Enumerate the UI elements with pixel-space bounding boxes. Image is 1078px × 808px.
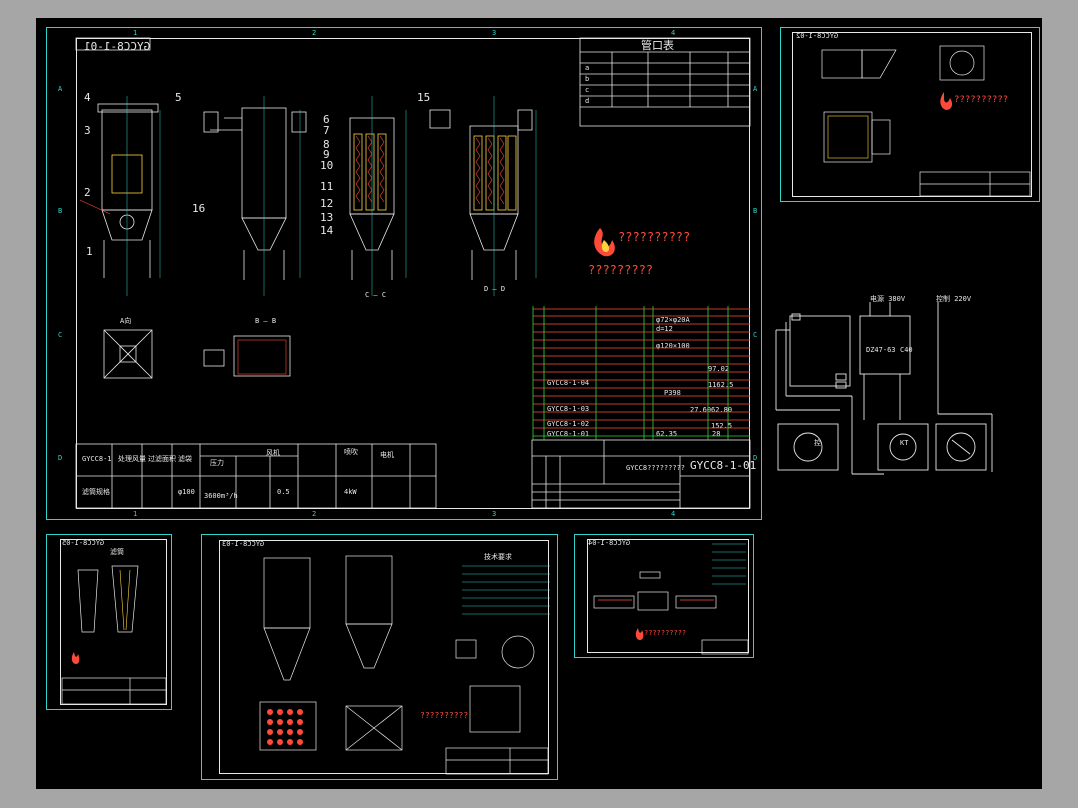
electrical-wiring	[775, 302, 993, 475]
cad-drawing-viewport[interactable]: 1 2 3 4 1 2 3 4 A B C D A B C D GYCC8-1-…	[0, 0, 1078, 808]
cad-linework	[61, 37, 1031, 775]
flame-logo-small-icon	[940, 92, 953, 110]
flame-logo-icon	[594, 228, 615, 257]
filter-grid-thumb	[267, 709, 303, 745]
